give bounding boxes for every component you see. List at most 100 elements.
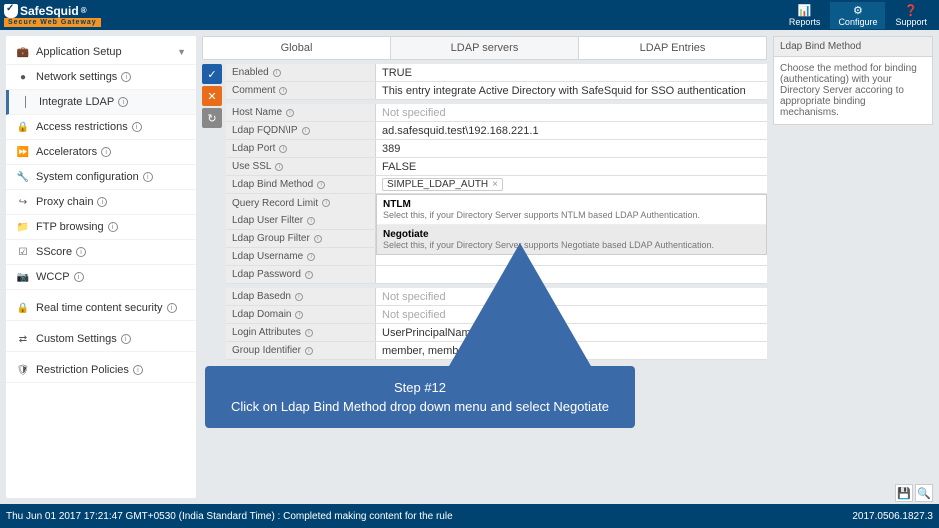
nav-label: Reports <box>789 17 821 27</box>
field-label-qrl: Query Record Limiti <box>226 194 376 212</box>
sidebar-item-accelerators[interactable]: ⏩Acceleratorsi <box>6 140 196 165</box>
field-input-port[interactable]: 389 <box>376 140 767 157</box>
info-icon: i <box>279 87 287 95</box>
info-icon: i <box>97 197 107 207</box>
sidebar-item-custom-settings[interactable]: ⇄Custom Settingsi <box>6 327 196 352</box>
sidebar-item-label: Restriction Policies <box>36 364 129 376</box>
logo-text: SafeSquid <box>20 4 79 18</box>
sidebar-icon: 📷 <box>16 272 30 283</box>
field-label-pwd: Ldap Passwordi <box>226 266 376 283</box>
field-label-login: Login Attributesi <box>226 324 376 341</box>
tab-ldap-entries[interactable]: LDAP Entries <box>579 37 766 59</box>
save-button[interactable]: 💾 <box>895 484 913 502</box>
field-value[interactable]: ad.safesquid.test\192.168.221.1 <box>382 125 539 137</box>
field-input-host[interactable]: Not specified <box>376 104 767 121</box>
info-icon: i <box>295 293 303 301</box>
action-refresh-button[interactable]: ↻ <box>202 108 222 128</box>
tag-remove-icon[interactable]: × <box>492 179 498 190</box>
sidebar-item-label: WCCP <box>36 271 70 283</box>
sidebar-icon: 🔒 <box>16 303 30 314</box>
info-icon: i <box>132 122 142 132</box>
field-value[interactable]: This entry integrate Active Directory wi… <box>382 85 746 97</box>
sidebar-item-label: Custom Settings <box>36 333 117 345</box>
nav-reports[interactable]: 📊 Reports <box>781 2 829 29</box>
sidebar-item-ftp-browsing[interactable]: 📁FTP browsingi <box>6 215 196 240</box>
field-label-ssl: Use SSLi <box>226 158 376 175</box>
sidebar-icon: ⇄ <box>16 334 30 345</box>
shield-icon <box>4 4 18 18</box>
info-icon: i <box>167 303 177 313</box>
right-panel: Ldap Bind Method Choose the method for b… <box>773 36 933 498</box>
field-label-port: Ldap Porti <box>226 140 376 157</box>
sidebar-item-integrate-ldap[interactable]: │Integrate LDAPi <box>6 90 196 115</box>
sidebar-icon: │ <box>19 97 33 108</box>
support-icon: ❓ <box>895 4 927 17</box>
logo: SafeSquid ® Secure Web Gateway <box>4 3 101 27</box>
info-icon: i <box>305 329 313 337</box>
field-value[interactable]: Not specified <box>382 291 446 303</box>
nav-configure[interactable]: ⚙ Configure <box>830 2 885 29</box>
tab-global[interactable]: Global <box>203 37 391 59</box>
field-label-bind: Ldap Bind Methodi <box>226 176 376 193</box>
sidebar-item-sscore[interactable]: ☑SScorei <box>6 240 196 265</box>
search-button[interactable]: 🔍 <box>915 484 933 502</box>
sidebar-icon: 📁 <box>16 222 30 233</box>
nav-support[interactable]: ❓ Support <box>887 2 935 29</box>
field-label-fqdn: Ldap FQDN\IPi <box>226 122 376 139</box>
tabs: Global LDAP servers LDAP Entries <box>202 36 767 60</box>
sidebar-item-label: FTP browsing <box>36 221 104 233</box>
info-icon: i <box>286 109 294 117</box>
field-value[interactable]: FALSE <box>382 161 416 173</box>
dropdown-option-ntlm[interactable]: NTLMSelect this, if your Directory Serve… <box>377 195 766 225</box>
sidebar-item-wccp[interactable]: 📷 WCCP i <box>6 265 196 290</box>
sidebar-item-application-setup[interactable]: 💼Application Setup▼ <box>6 40 196 65</box>
field-value[interactable]: Not specified <box>382 107 446 119</box>
sidebar-item-label: Network settings <box>36 71 117 83</box>
bind-method-tag[interactable]: SIMPLE_LDAP_AUTH× <box>382 178 503 191</box>
field-input-comment[interactable]: This entry integrate Active Directory wi… <box>376 82 767 99</box>
info-icon: i <box>295 311 303 319</box>
right-panel-body: Choose the method for binding (authentic… <box>773 56 933 125</box>
top-bar: SafeSquid ® Secure Web Gateway 📊 Reports… <box>0 0 939 30</box>
sidebar-item-label: Application Setup <box>36 46 122 58</box>
info-icon: i <box>279 145 287 153</box>
sidebar: 💼Application Setup▼●Network settingsi│In… <box>6 36 196 498</box>
action-column: ✓ ✕ ↻ <box>202 64 222 498</box>
callout-body: Click on Ldap Bind Method drop down menu… <box>225 399 615 414</box>
field-input-bind[interactable]: SIMPLE_LDAP_AUTH× <box>376 176 767 193</box>
field-value[interactable]: TRUE <box>382 67 412 79</box>
configure-icon: ⚙ <box>838 4 877 17</box>
field-label-gfilter: Ldap Group Filteri <box>226 230 376 247</box>
sidebar-item-restriction-policies[interactable]: 🛡Restriction Policiesi <box>6 358 196 383</box>
nav-label: Configure <box>838 17 877 27</box>
sidebar-item-proxy-chain[interactable]: ↪Proxy chaini <box>6 190 196 215</box>
top-nav: 📊 Reports ⚙ Configure ❓ Support <box>781 2 935 29</box>
info-icon: i <box>74 272 84 282</box>
info-icon: i <box>121 72 131 82</box>
sidebar-item-system-configuration[interactable]: 🔧System configurationi <box>6 165 196 190</box>
tab-ldap-servers[interactable]: LDAP servers <box>391 37 579 59</box>
field-input-enabled[interactable]: TRUE <box>376 64 767 81</box>
field-value[interactable]: 389 <box>382 143 400 155</box>
field-value[interactable]: Not specified <box>382 309 446 321</box>
field-label-comment: Commenti <box>226 82 376 99</box>
field-input-ssl[interactable]: FALSE <box>376 158 767 175</box>
sidebar-item-label: SScore <box>36 246 72 258</box>
action-delete-button[interactable]: ✕ <box>202 86 222 106</box>
sidebar-item-access-restrictions[interactable]: 🔒Access restrictionsi <box>6 115 196 140</box>
sidebar-item-network-settings[interactable]: ●Network settingsi <box>6 65 196 90</box>
sidebar-icon: ↪ <box>16 197 30 208</box>
field-label-uname: Ldap Usernamei <box>226 248 376 265</box>
sidebar-item-real-time-content-security[interactable]: 🔒 Real time content security i <box>6 296 196 321</box>
sidebar-item-label: Real time content security <box>36 302 163 314</box>
sidebar-icon: ⏩ <box>16 147 30 158</box>
chevron-down-icon: ▼ <box>177 47 186 57</box>
field-label-gid: Group Identifieri <box>226 342 376 359</box>
footer-version: 2017.0506.1827.3 <box>852 511 933 522</box>
field-label-basedn: Ldap Basedni <box>226 288 376 305</box>
info-icon: i <box>273 69 281 77</box>
sidebar-icon: 🛡 <box>16 365 30 376</box>
footer-buttons: 💾 🔍 <box>895 484 933 502</box>
action-check-button[interactable]: ✓ <box>202 64 222 84</box>
field-input-fqdn[interactable]: ad.safesquid.test\192.168.221.1 <box>376 122 767 139</box>
